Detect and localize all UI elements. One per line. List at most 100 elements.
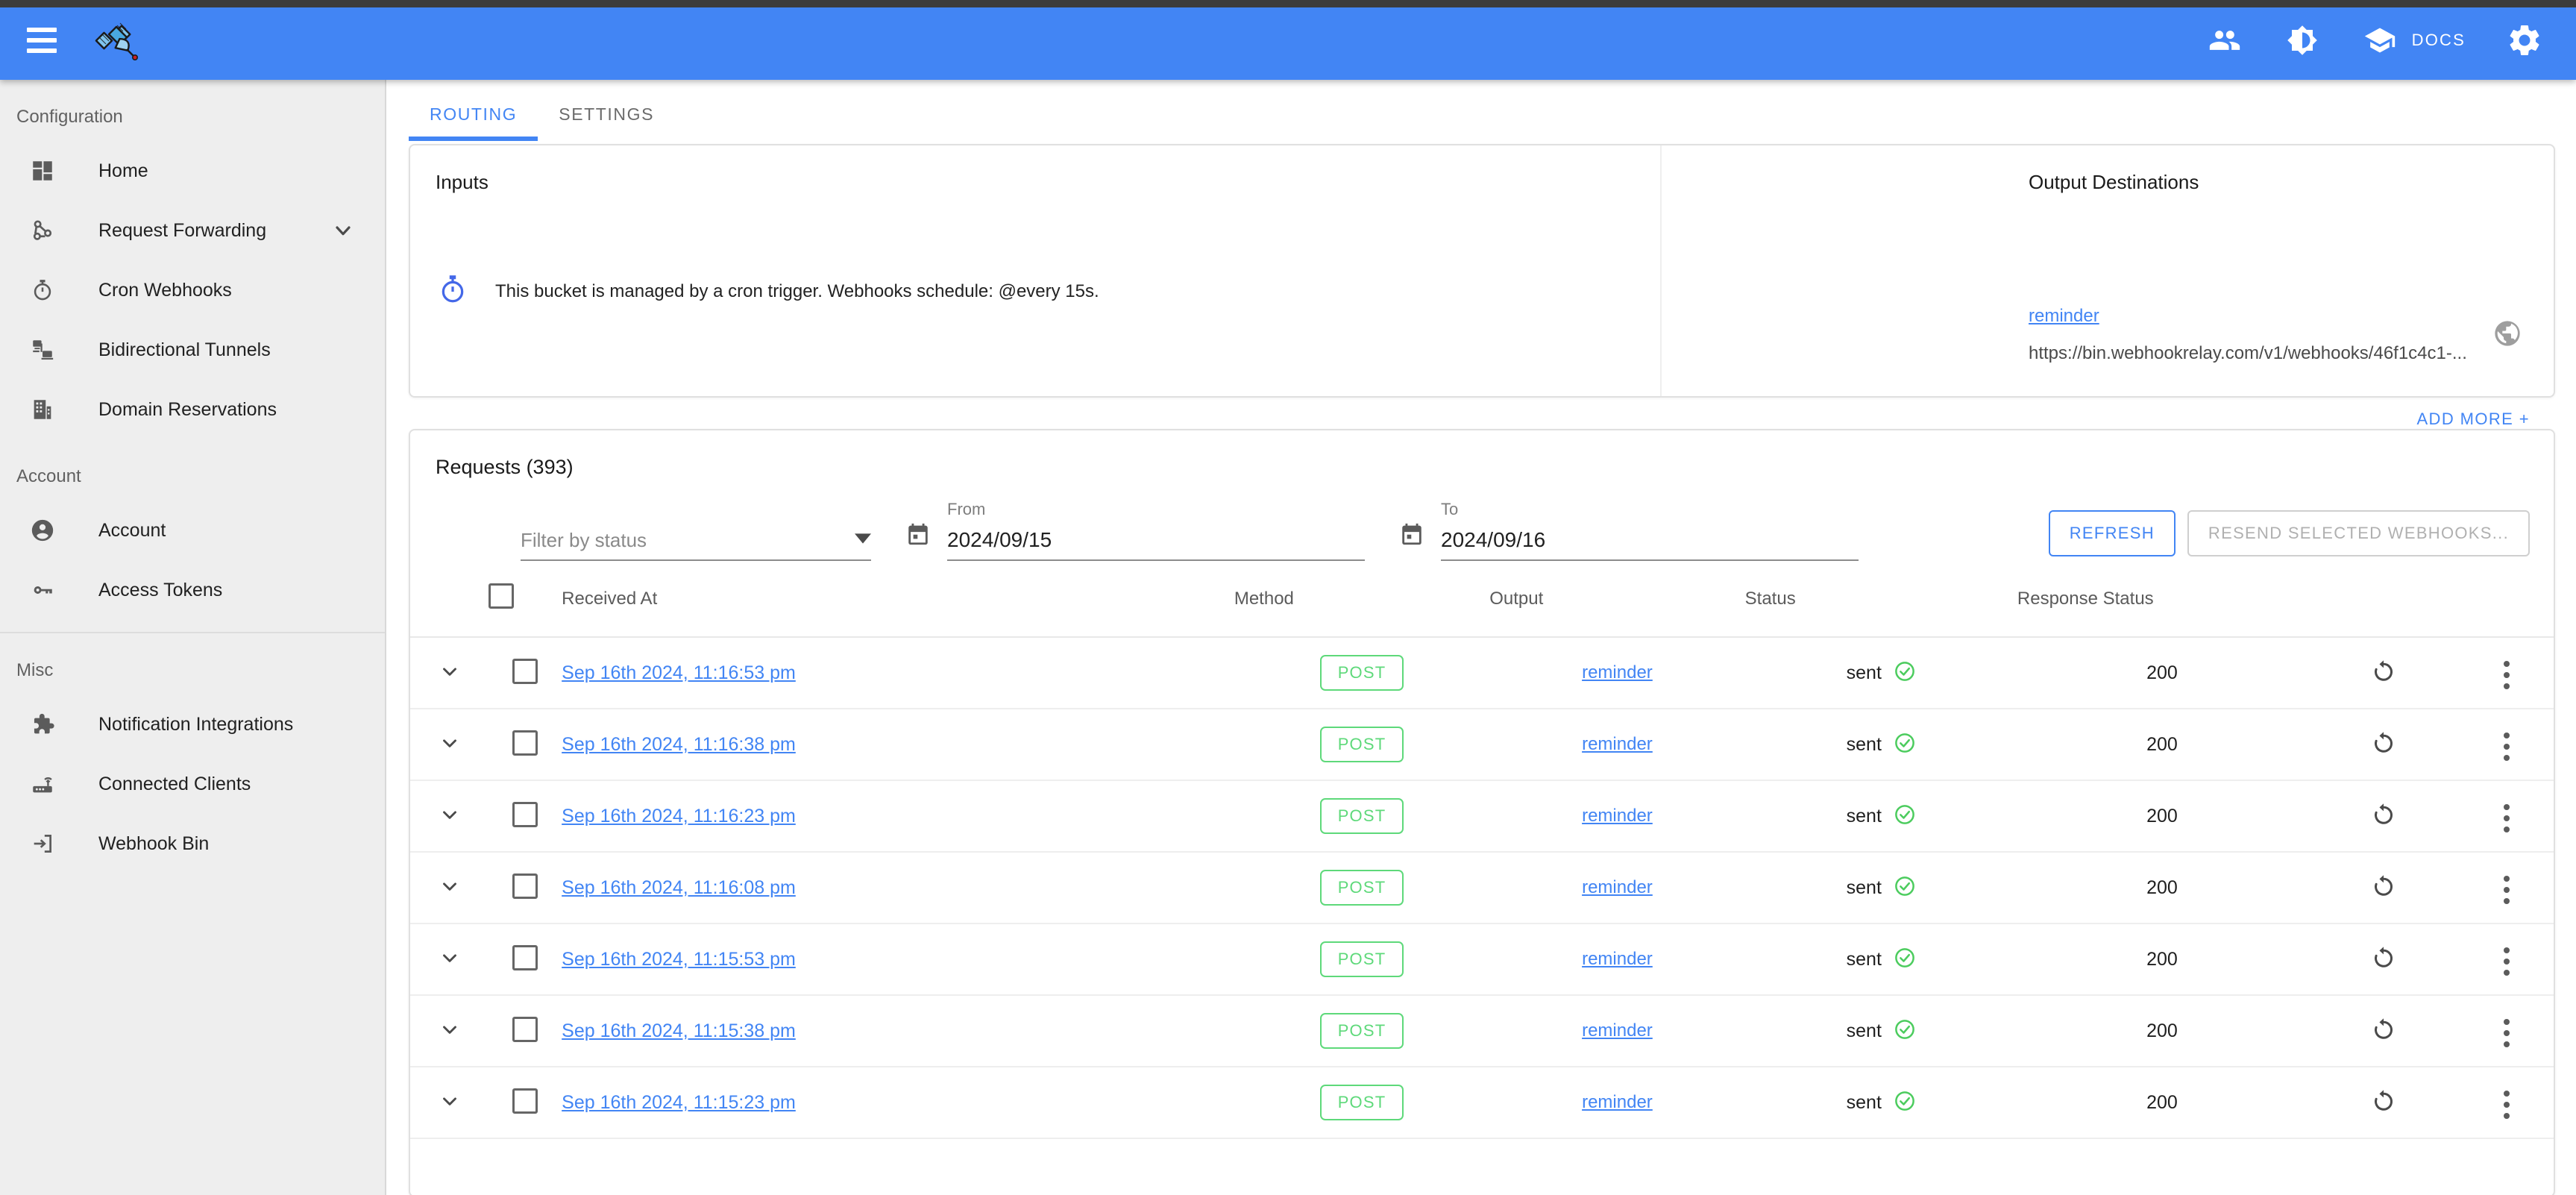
satellite-logo-icon[interactable]	[94, 16, 142, 64]
expand-row-cell[interactable]	[410, 923, 489, 996]
sidebar-item-bidirectional-tunnels[interactable]: Bidirectional Tunnels	[0, 320, 385, 380]
table-row[interactable]: Sep 16th 2024, 11:16:23 pm POST reminder…	[410, 780, 2554, 853]
replay-cell[interactable]	[2306, 637, 2460, 709]
row-checkbox[interactable]	[512, 1016, 538, 1042]
replay-cell[interactable]	[2306, 1067, 2460, 1139]
calendar-icon[interactable]	[1399, 521, 1424, 551]
more-options-icon[interactable]	[2504, 732, 2510, 761]
received-at-link[interactable]: Sep 16th 2024, 11:16:38 pm	[562, 734, 796, 755]
replay-icon[interactable]	[2370, 944, 2397, 971]
table-row[interactable]: Sep 16th 2024, 11:15:38 pm POST reminder…	[410, 995, 2554, 1067]
replay-cell[interactable]	[2306, 780, 2460, 853]
row-menu-cell[interactable]	[2460, 923, 2554, 996]
row-select-cell[interactable]	[489, 780, 562, 853]
output-link[interactable]: reminder	[1582, 1020, 1653, 1041]
tab-routing[interactable]: ROUTING	[409, 104, 538, 141]
row-checkbox[interactable]	[512, 658, 538, 684]
sidebar-item-webhook-bin[interactable]: Webhook Bin	[0, 814, 385, 873]
more-options-icon[interactable]	[2504, 947, 2510, 976]
more-options-icon[interactable]	[2504, 660, 2510, 689]
row-menu-cell[interactable]	[2460, 709, 2554, 781]
replay-icon[interactable]	[2370, 801, 2397, 828]
row-checkbox[interactable]	[512, 873, 538, 899]
chevron-down-icon[interactable]	[331, 219, 355, 242]
more-options-icon[interactable]	[2504, 1018, 2510, 1047]
row-select-cell[interactable]	[489, 852, 562, 924]
destination-name-link[interactable]: reminder	[2029, 306, 2467, 327]
row-checkbox[interactable]	[512, 730, 538, 756]
row-select-cell[interactable]	[489, 923, 562, 996]
table-row[interactable]: Sep 16th 2024, 11:16:08 pm POST reminder…	[410, 852, 2554, 924]
resend-selected-webhooks-button[interactable]: RESEND SELECTED WEBHOOKS...	[2187, 510, 2530, 556]
replay-cell[interactable]	[2306, 995, 2460, 1067]
table-row[interactable]: Sep 16th 2024, 11:15:23 pm POST reminder…	[410, 1067, 2554, 1139]
expand-row-cell[interactable]	[410, 637, 489, 709]
row-select-cell[interactable]	[489, 637, 562, 709]
globe-public-icon[interactable]	[2492, 319, 2522, 352]
replay-icon[interactable]	[2370, 658, 2397, 685]
status-filter-select[interactable]: Filter by status	[521, 529, 871, 561]
tab-settings[interactable]: SETTINGS	[538, 104, 675, 141]
output-link[interactable]: reminder	[1582, 1092, 1653, 1112]
received-at-link[interactable]: Sep 16th 2024, 11:16:23 pm	[562, 806, 796, 827]
people-icon[interactable]	[2206, 22, 2243, 59]
chevron-down-icon[interactable]	[439, 1097, 461, 1115]
expand-row-cell[interactable]	[410, 1067, 489, 1139]
replay-cell[interactable]	[2306, 709, 2460, 781]
docs-link[interactable]: DOCS	[2361, 22, 2466, 59]
sidebar-item-request-forwarding[interactable]: Request Forwarding	[0, 201, 385, 260]
row-select-cell[interactable]	[489, 1067, 562, 1139]
row-menu-cell[interactable]	[2460, 995, 2554, 1067]
chevron-down-icon[interactable]	[439, 1025, 461, 1044]
refresh-button[interactable]: REFRESH	[2048, 510, 2176, 556]
row-checkbox[interactable]	[512, 944, 538, 970]
received-at-link[interactable]: Sep 16th 2024, 11:15:23 pm	[562, 1092, 796, 1113]
sidebar-item-account[interactable]: Account	[0, 501, 385, 560]
sidebar-item-domain-reservations[interactable]: Domain Reservations	[0, 380, 385, 439]
gear-icon[interactable]	[2506, 22, 2543, 59]
chevron-down-icon[interactable]	[439, 953, 461, 972]
received-at-link[interactable]: Sep 16th 2024, 11:15:38 pm	[562, 1020, 796, 1041]
more-options-icon[interactable]	[2504, 875, 2510, 904]
hamburger-menu-icon[interactable]	[27, 27, 57, 53]
replay-icon[interactable]	[2370, 873, 2397, 900]
output-link[interactable]: reminder	[1582, 949, 1653, 969]
table-row[interactable]: Sep 16th 2024, 11:15:53 pm POST reminder…	[410, 923, 2554, 996]
received-at-link[interactable]: Sep 16th 2024, 11:16:53 pm	[562, 662, 796, 683]
to-date-field[interactable]: To 2024/09/16	[1441, 500, 1859, 561]
row-menu-cell[interactable]	[2460, 780, 2554, 853]
from-date-field[interactable]: From 2024/09/15	[947, 500, 1365, 561]
sidebar-item-cron-webhooks[interactable]: Cron Webhooks	[0, 260, 385, 320]
replay-icon[interactable]	[2370, 1016, 2397, 1043]
chevron-down-icon[interactable]	[439, 738, 461, 757]
more-options-icon[interactable]	[2504, 1090, 2510, 1119]
sidebar-item-access-tokens[interactable]: Access Tokens	[0, 560, 385, 620]
output-link[interactable]: reminder	[1582, 877, 1653, 897]
replay-cell[interactable]	[2306, 923, 2460, 996]
replay-icon[interactable]	[2370, 730, 2397, 756]
sidebar-item-connected-clients[interactable]: Connected Clients	[0, 754, 385, 814]
chevron-down-icon[interactable]	[439, 882, 461, 900]
output-link[interactable]: reminder	[1582, 734, 1653, 754]
expand-row-cell[interactable]	[410, 709, 489, 781]
expand-row-cell[interactable]	[410, 995, 489, 1067]
more-options-icon[interactable]	[2504, 803, 2510, 832]
brightness-contrast-icon[interactable]	[2284, 22, 2321, 59]
replay-icon[interactable]	[2370, 1088, 2397, 1114]
row-menu-cell[interactable]	[2460, 852, 2554, 924]
sidebar-item-notification-integrations[interactable]: Notification Integrations	[0, 694, 385, 754]
row-select-cell[interactable]	[489, 995, 562, 1067]
calendar-icon[interactable]	[905, 521, 931, 551]
row-select-cell[interactable]	[489, 709, 562, 781]
row-menu-cell[interactable]	[2460, 1067, 2554, 1139]
expand-row-cell[interactable]	[410, 780, 489, 853]
chevron-down-icon[interactable]	[439, 810, 461, 829]
row-menu-cell[interactable]	[2460, 637, 2554, 709]
output-link[interactable]: reminder	[1582, 806, 1653, 826]
select-all-checkbox[interactable]	[489, 583, 514, 609]
output-link[interactable]: reminder	[1582, 662, 1653, 683]
table-row[interactable]: Sep 16th 2024, 11:16:53 pm POST reminder…	[410, 637, 2554, 709]
chevron-down-icon[interactable]	[439, 667, 461, 686]
expand-row-cell[interactable]	[410, 852, 489, 924]
table-row[interactable]: Sep 16th 2024, 11:16:38 pm POST reminder…	[410, 709, 2554, 781]
